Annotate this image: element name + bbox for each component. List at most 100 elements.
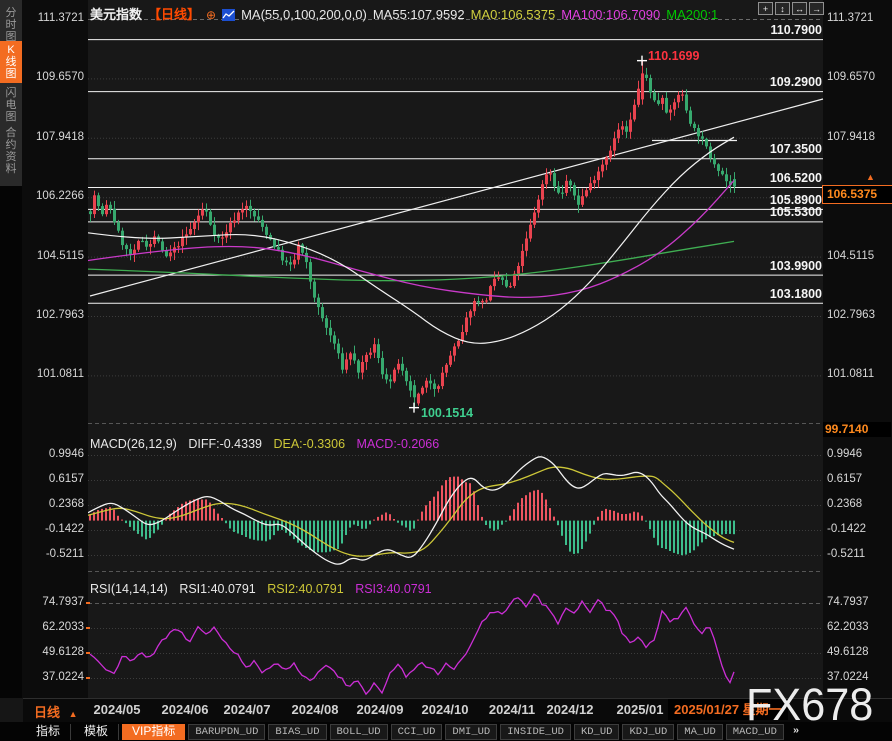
date-axis-label: 2024/06	[153, 702, 217, 717]
macd-axis-label: 0.6157	[827, 473, 889, 485]
chart-type-sidebar: 分 时 图K 线 图闪 电 图合 约 资 料	[0, 0, 22, 698]
macd-macd-value: MACD:-0.2066	[357, 437, 440, 451]
price-axis-label: 109.6570	[24, 71, 84, 83]
macd-axis-label: -0.1422	[24, 523, 84, 535]
rsi-axis-label: 49.6128	[24, 646, 84, 658]
level-line-label: 110.7900	[738, 23, 822, 37]
rsi-axis-label: 37.0224	[24, 671, 84, 683]
candlesticks	[89, 61, 736, 408]
date-axis-label: 2024/10	[413, 702, 477, 717]
date-axis-label: 2024/08	[283, 702, 347, 717]
date-axis-label: 2024/09	[348, 702, 412, 717]
crosshair-tool-icon[interactable]: +	[758, 2, 773, 15]
macd-axis-label: 0.9946	[827, 448, 889, 460]
highest-price-annotation: 110.1699	[648, 49, 699, 63]
axis-zoom-horizontal-icon[interactable]: ↔	[792, 2, 807, 15]
date-axis-label: 2024/12	[538, 702, 602, 717]
macd-diff-value: DIFF:-0.4339	[188, 437, 262, 451]
trading-app-window: 分 时 图K 线 图闪 电 图合 约 资 料 美元指数【日线】 ⊕ MA(55,0,…	[0, 0, 892, 741]
macd-dea-value: DEA:-0.3306	[273, 437, 345, 451]
rsi2-value: RSI2:40.0791	[267, 582, 343, 596]
rsi-axis-label: 74.7937	[827, 596, 889, 608]
tab-boll_ud[interactable]: BOLL_UD	[330, 724, 388, 740]
tab-barupdn_ud[interactable]: BARUPDN_UD	[188, 724, 265, 740]
price-axis-label: 111.3721	[24, 12, 84, 24]
macd-header: MACD(26,12,9) DIFF:-0.4339 DEA:-0.3306 M…	[90, 437, 447, 451]
shift-right-icon[interactable]: →	[809, 2, 824, 15]
price-axis-label: 107.9418	[24, 131, 84, 143]
chart-tool-buttons: +↕↔→	[758, 2, 824, 15]
indicator-tab-bar: 指标模板VIP指标BARUPDN_UDBIAS_UDBOLL_UDCCI_UDD…	[0, 722, 892, 741]
tab-inside_ud[interactable]: INSIDE_UD	[500, 724, 571, 740]
tab-macd_ud[interactable]: MACD_UD	[726, 724, 784, 740]
macd-panel	[88, 457, 735, 564]
rsi-axis-label: 62.2033	[24, 621, 84, 633]
tab-[interactable]: 模板	[74, 724, 119, 740]
tab-dmi_ud[interactable]: DMI_UD	[445, 724, 497, 740]
price-axis-label: 104.5115	[24, 250, 84, 262]
ma0-value: MA0:106.5375	[471, 7, 556, 22]
rsi-axis-label: 62.2033	[827, 621, 889, 633]
sidebar-item-2[interactable]: K 线 图	[0, 41, 22, 83]
macd-axis-label: 0.2368	[827, 498, 889, 510]
macd-axis-label: 0.2368	[24, 498, 84, 510]
rsi-axis-label: 74.7937	[24, 596, 84, 608]
tab-kd_ud[interactable]: KD_UD	[574, 724, 620, 740]
macd-axis-label: -0.5211	[24, 548, 84, 560]
price-axis-label: 102.7963	[827, 309, 889, 321]
macd-axis-label: 0.9946	[24, 448, 84, 460]
rsi-axis-label: 49.6128	[827, 646, 889, 658]
add-indicator-icon[interactable]: ⊕	[206, 8, 216, 22]
chart-title-row: 美元指数【日线】 ⊕ MA(55,0,100,200,0,0) MA55:107.95…	[90, 4, 724, 23]
macd-axis-label: -0.1422	[827, 523, 889, 535]
price-axis-label: 101.0811	[24, 368, 84, 380]
date-axis-label: 2024/05	[85, 702, 149, 717]
period-selector[interactable]: 日线 ▲	[34, 702, 78, 721]
tab-ma_ud[interactable]: MA_UD	[677, 724, 723, 740]
ma200-value: MA200:1	[666, 7, 718, 22]
ma100-value: MA100:106.7090	[561, 7, 660, 22]
price-axis-label: 106.2266	[24, 190, 84, 202]
tab-vip[interactable]: VIP指标	[122, 724, 185, 740]
axis-zoom-vertical-icon[interactable]: ↕	[775, 2, 790, 15]
ma-lines	[88, 137, 734, 343]
sidebar-item-4[interactable]: 合 约 资 料	[0, 124, 22, 178]
date-axis-label: 2024/07	[215, 702, 279, 717]
rsi1-value: RSI1:40.0791	[179, 582, 255, 596]
ma55-value: MA55:107.9592	[373, 7, 465, 22]
date-axis-label: 2024/11	[480, 702, 544, 717]
tab-[interactable]: »	[787, 724, 805, 740]
price-axis-label: 111.3721	[827, 12, 889, 24]
sidebar-item-3[interactable]: 闪 电 图	[0, 84, 22, 126]
tab-bias_ud[interactable]: BIAS_UD	[268, 724, 326, 740]
instrument-name: 美元指数	[90, 7, 142, 22]
level-line-label: 105.5300	[738, 205, 822, 219]
lowest-price-annotation: 100.1514	[421, 406, 473, 420]
fx678-watermark: FX678	[746, 682, 873, 727]
tab-cci_ud[interactable]: CCI_UD	[391, 724, 443, 740]
period-arrow-icon: ▲	[69, 709, 78, 719]
sidebar-item-1[interactable]: 分 时 图	[0, 4, 22, 46]
price-up-arrow-icon: ▲	[866, 172, 875, 182]
tab-[interactable]: 指标	[26, 724, 71, 740]
level-line-label: 106.5200	[738, 171, 822, 185]
tab-kdj_ud[interactable]: KDJ_UD	[622, 724, 674, 740]
macd-axis-label: -0.5211	[827, 548, 889, 560]
range-low-badge: 99.7140	[823, 422, 891, 437]
level-line-label: 107.3500	[738, 142, 822, 156]
price-axis-label: 107.9418	[827, 131, 889, 143]
date-axis-label: 2025/01	[608, 702, 672, 717]
chart-canvas[interactable]	[0, 0, 892, 741]
macd-axis-label: 0.6157	[24, 473, 84, 485]
level-line-label: 109.2900	[738, 75, 822, 89]
last-price-badge: 106.5375	[822, 185, 892, 204]
period-label: 日线	[34, 705, 60, 720]
rsi3-value: RSI3:40.0791	[355, 582, 431, 596]
macd-name: MACD(26,12,9)	[90, 437, 177, 451]
rsi-header: RSI(14,14,14) RSI1:40.0791 RSI2:40.0791 …	[90, 582, 440, 596]
ma-settings-label: MA(55,0,100,200,0,0)	[241, 7, 367, 22]
price-axis-label: 101.0811	[827, 368, 889, 380]
period-tag[interactable]: 【日线】	[148, 7, 200, 22]
rsi-panel	[90, 594, 734, 694]
mini-chart-icon	[222, 9, 235, 21]
